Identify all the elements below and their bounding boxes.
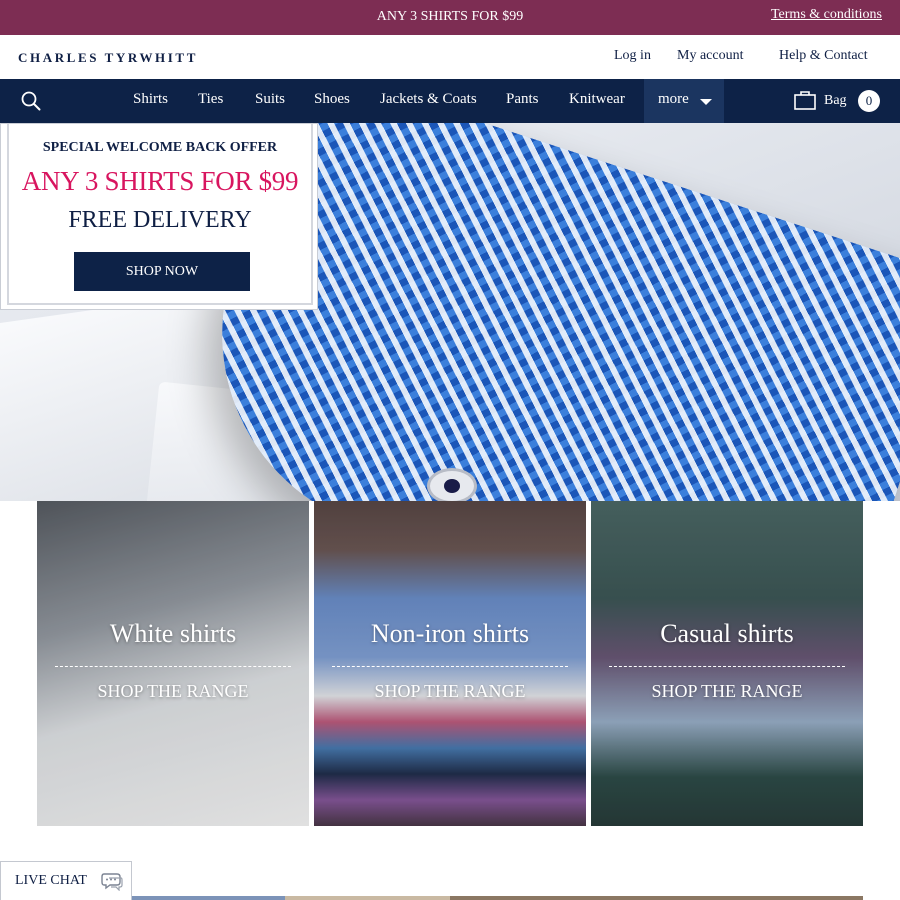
my-account-link[interactable]: My account [677, 48, 743, 64]
chat-bubble-icon [101, 873, 123, 891]
hero-banner[interactable]: SPECIAL WELCOME BACK OFFER ANY 3 SHIRTS … [0, 123, 900, 501]
nav-item-shirts[interactable]: Shirts [133, 91, 168, 108]
nav-item-pants[interactable]: Pants [506, 91, 539, 108]
tile-shop-link[interactable]: SHOP THE RANGE [314, 681, 586, 702]
tile-shop-link[interactable]: SHOP THE RANGE [37, 681, 309, 702]
offer-title: SPECIAL WELCOME BACK OFFER [42, 140, 278, 155]
nav-item-jackets-coats[interactable]: Jackets & Coats [380, 91, 477, 108]
live-chat-button[interactable]: LIVE CHAT [0, 861, 132, 900]
shop-now-button[interactable]: SHOP NOW [74, 252, 250, 291]
site-header: CHARLES TYRWHITT Log in My account Help … [0, 35, 900, 79]
offer-inner: SPECIAL WELCOME BACK OFFER ANY 3 SHIRTS … [7, 124, 313, 305]
offer-box: SPECIAL WELCOME BACK OFFER ANY 3 SHIRTS … [0, 123, 318, 310]
category-tile-casual-shirts[interactable]: Casual shirts SHOP THE RANGE [591, 501, 863, 826]
promo-strip: ANY 3 SHIRTS FOR $99 Terms & conditions [0, 0, 900, 35]
nav-item-shoes[interactable]: Shoes [314, 91, 350, 108]
hero-cufflink-image [430, 471, 474, 501]
shopping-bag-button[interactable]: Bag 0 [794, 79, 894, 123]
category-tile-non-iron-shirts[interactable]: Non-iron shirts SHOP THE RANGE [314, 501, 586, 826]
search-icon[interactable] [21, 91, 41, 111]
category-tile-white-shirts[interactable]: White shirts SHOP THE RANGE [37, 501, 309, 826]
tile-overlay [314, 501, 586, 826]
login-link[interactable]: Log in [614, 48, 651, 64]
tile-shop-link[interactable]: SHOP THE RANGE [591, 681, 863, 702]
tile-divider [332, 666, 568, 667]
bag-count-badge: 0 [858, 90, 880, 112]
next-section-preview [37, 896, 863, 900]
brand-logo[interactable]: CHARLES TYRWHITT [18, 50, 198, 66]
nav-item-knitwear[interactable]: Knitwear [569, 91, 625, 108]
chevron-down-icon [700, 99, 712, 105]
tile-divider [609, 666, 845, 667]
offer-subheadline: FREE DELIVERY [68, 207, 252, 233]
nav-item-ties[interactable]: Ties [198, 91, 223, 108]
tile-overlay [37, 501, 309, 826]
tile-title: Non-iron shirts [370, 619, 530, 648]
terms-conditions-link[interactable]: Terms & conditions [771, 7, 882, 23]
tile-title: Casual shirts [660, 619, 794, 648]
main-nav: Shirts Ties Suits Shoes Jackets & Coats … [0, 79, 900, 123]
tile-title: White shirts [109, 619, 237, 648]
nav-item-suits[interactable]: Suits [255, 91, 285, 108]
nav-more-label: more [658, 91, 689, 107]
live-chat-label: LIVE CHAT [15, 873, 87, 888]
offer-headline: ANY 3 SHIRTS FOR $99 [21, 166, 299, 196]
tile-overlay [591, 501, 863, 826]
nav-more-dropdown[interactable]: more [644, 79, 724, 123]
bag-label: Bag [824, 93, 847, 108]
promo-text: ANY 3 SHIRTS FOR $99 [376, 9, 524, 24]
tile-divider [55, 666, 291, 667]
shopping-bag-icon [794, 91, 816, 110]
help-contact-link[interactable]: Help & Contact [779, 48, 868, 64]
